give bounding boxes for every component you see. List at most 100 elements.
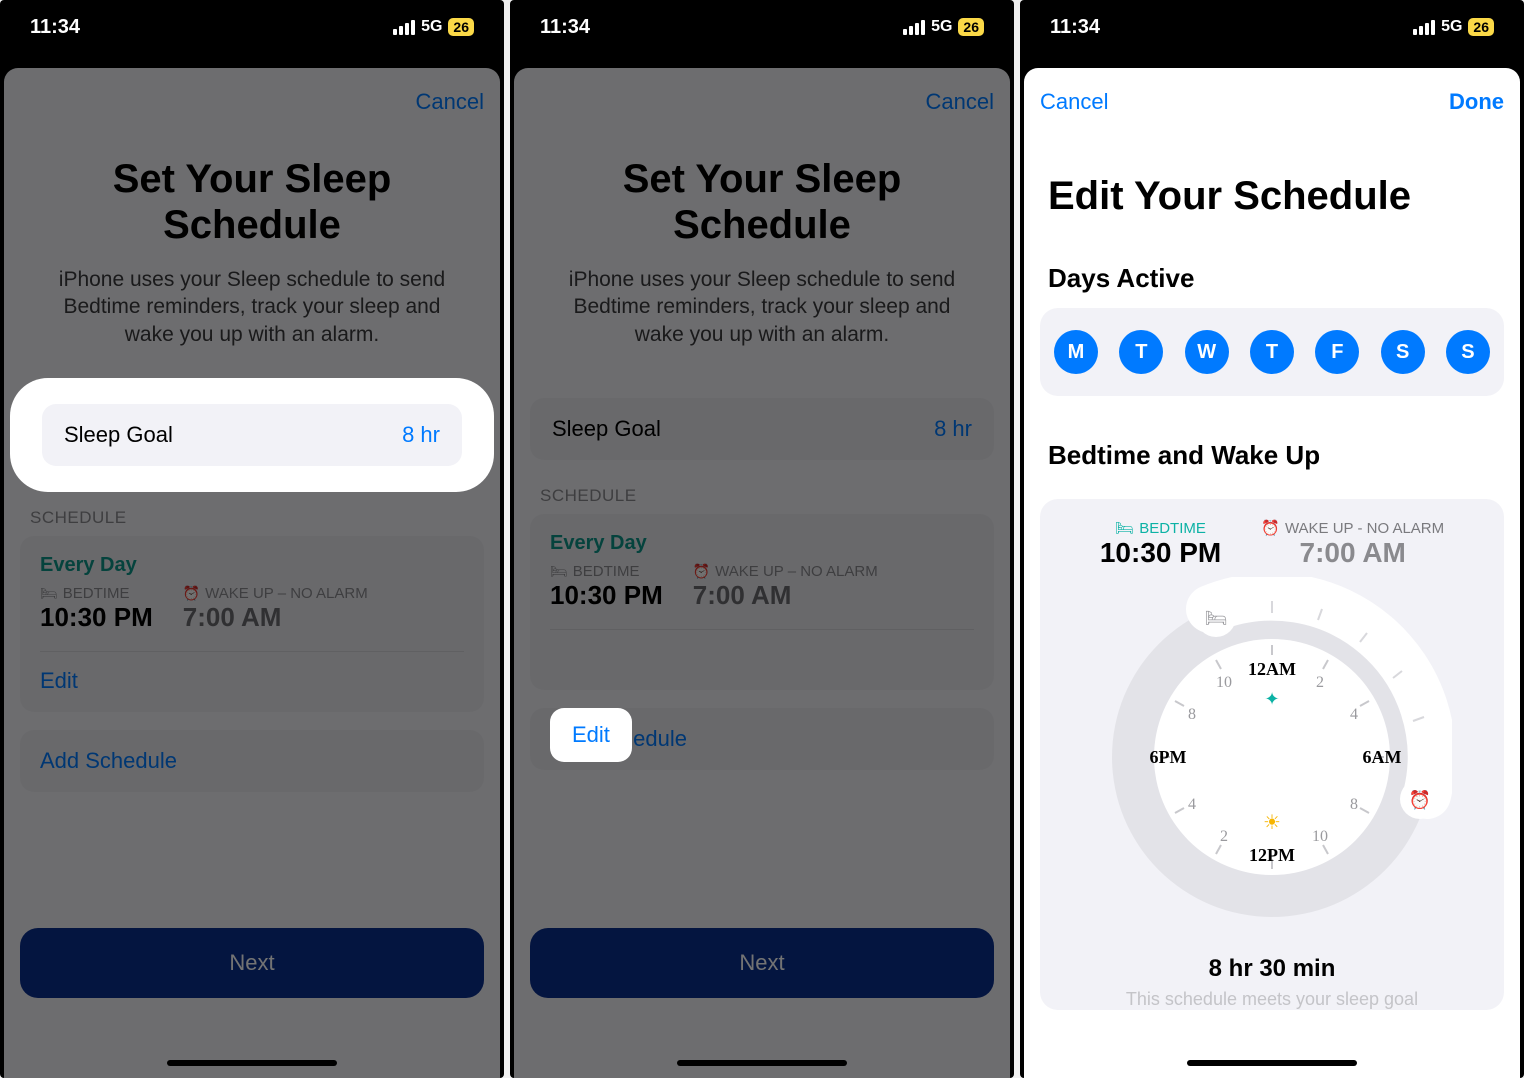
wake-value: 7:00 AM	[183, 602, 368, 633]
cancel-button[interactable]: Cancel	[416, 89, 484, 115]
svg-text:8: 8	[1350, 796, 1358, 813]
status-bar: 11:34 5G 26	[1020, 0, 1524, 54]
bedtime-handle: 🛏	[1196, 597, 1236, 637]
page-subtitle: iPhone uses your Sleep schedule to send …	[530, 266, 994, 348]
phone-screen-1: 11:34 5G 26 Cancel Set Your Sleep Schedu…	[0, 0, 504, 1078]
done-button[interactable]: Done	[1449, 89, 1504, 115]
svg-text:2: 2	[1316, 674, 1324, 691]
bedtime-wake-label: Bedtime and Wake Up	[1048, 440, 1496, 471]
cancel-button[interactable]: Cancel	[1040, 89, 1108, 115]
status-right: 5G 26	[1413, 18, 1494, 36]
page-title: Edit Your Schedule	[1048, 174, 1496, 219]
wake-label: ⏰WAKE UP – NO ALARM	[183, 585, 368, 602]
day-toggle-fri[interactable]: F	[1315, 330, 1359, 374]
day-toggle-mon[interactable]: M	[1054, 330, 1098, 374]
schedule-card: Every Day 🛏BEDTIME 10:30 PM ⏰WAKE UP – N…	[20, 536, 484, 712]
network-label: 5G	[931, 18, 952, 36]
day-toggle-sat[interactable]: S	[1381, 330, 1425, 374]
page-title: Set Your Sleep Schedule	[20, 156, 484, 248]
edit-button[interactable]: Edit	[550, 708, 632, 762]
status-time: 11:34	[1050, 16, 1100, 39]
day-toggle-thu[interactable]: T	[1250, 330, 1294, 374]
svg-text:10: 10	[1312, 828, 1328, 845]
phone-screen-2: 11:34 5G 26 Cancel Set Your Sleep Schedu…	[510, 0, 1014, 1078]
schedule-section-label: SCHEDULE	[540, 486, 984, 506]
sleep-schedule-sheet: Cancel Set Your Sleep Schedule iPhone us…	[4, 68, 500, 1078]
page-title: Set Your Sleep Schedule	[530, 156, 994, 248]
status-bar: 11:34 5G 26	[0, 0, 504, 54]
status-time: 11:34	[540, 16, 590, 39]
signal-icon	[903, 20, 925, 35]
next-button[interactable]: Next	[530, 928, 994, 998]
alarm-icon: ⏰	[183, 585, 200, 602]
svg-text:8: 8	[1188, 706, 1196, 723]
svg-text:☀: ☀	[1263, 812, 1281, 834]
day-toggle-wed[interactable]: W	[1185, 330, 1229, 374]
bed-icon: 🛏	[40, 585, 58, 602]
svg-text:🛏: 🛏	[1205, 608, 1228, 628]
status-time: 11:34	[30, 16, 80, 39]
battery-icon: 26	[1468, 18, 1494, 36]
sleep-goal-row[interactable]: Sleep Goal 8 hr	[530, 398, 994, 460]
network-label: 5G	[421, 18, 442, 36]
alarm-icon: ⏰	[1261, 519, 1280, 537]
svg-text:12PM: 12PM	[1249, 845, 1295, 865]
sleep-duration: 8 hr 30 min	[1054, 955, 1490, 983]
svg-text:6PM: 6PM	[1150, 747, 1187, 767]
sleep-schedule-sheet: Cancel Set Your Sleep Schedule iPhone us…	[514, 68, 1010, 1078]
bedtime-label: 🛏BEDTIME	[550, 563, 663, 580]
status-right: 5G 26	[393, 18, 474, 36]
battery-icon: 26	[448, 18, 474, 36]
svg-text:4: 4	[1350, 706, 1358, 723]
bedtime-value: 10:30 PM	[1100, 537, 1221, 569]
wake-label: ⏰WAKE UP – NO ALARM	[693, 563, 878, 580]
sleep-goal-value: 8 hr	[402, 422, 440, 448]
schedule-card: Every Day 🛏BEDTIME 10:30 PM ⏰WAKE UP – N…	[530, 514, 994, 690]
home-indicator[interactable]	[1187, 1060, 1357, 1066]
home-indicator[interactable]	[167, 1060, 337, 1066]
alarm-icon: ⏰	[693, 563, 710, 580]
day-toggle-tue[interactable]: T	[1119, 330, 1163, 374]
signal-icon	[1413, 20, 1435, 35]
page-subtitle: iPhone uses your Sleep schedule to send …	[20, 266, 484, 348]
sleep-goal-label: Sleep Goal	[64, 422, 173, 448]
wake-value: 7:00 AM	[693, 580, 878, 611]
svg-text:⏰: ⏰	[1409, 789, 1431, 810]
bedtime-label: 🛏BEDTIME	[1100, 519, 1221, 537]
cancel-button[interactable]: Cancel	[926, 89, 994, 115]
bed-icon: 🛏	[1115, 519, 1134, 537]
schedule-days: Every Day	[40, 554, 464, 577]
battery-icon: 26	[958, 18, 984, 36]
wake-handle: ⏰	[1400, 779, 1440, 819]
status-bar: 11:34 5G 26	[510, 0, 1014, 54]
bedtime-label: 🛏BEDTIME	[40, 585, 153, 602]
bedtime-value: 10:30 PM	[40, 602, 153, 633]
schedule-section-label: SCHEDULE	[30, 508, 474, 528]
edit-schedule-sheet: Cancel Done Edit Your Schedule Days Acti…	[1024, 68, 1520, 1078]
bedtime-wake-card: 🛏BEDTIME 10:30 PM ⏰WAKE UP - NO ALARM 7:…	[1040, 499, 1504, 1010]
network-label: 5G	[1441, 18, 1462, 36]
add-schedule-button[interactable]: Add Schedule	[20, 730, 484, 792]
wake-value: 7:00 AM	[1261, 537, 1444, 569]
next-button[interactable]: Next	[20, 928, 484, 998]
svg-text:✦: ✦	[1264, 689, 1279, 709]
svg-text:6AM: 6AM	[1363, 747, 1402, 767]
edit-row: x	[550, 629, 974, 672]
wake-label: ⏰WAKE UP - NO ALARM	[1261, 519, 1444, 537]
svg-text:12AM: 12AM	[1248, 659, 1296, 679]
svg-text:4: 4	[1188, 796, 1196, 813]
home-indicator[interactable]	[677, 1060, 847, 1066]
days-active-row: M T W T F S S	[1040, 308, 1504, 396]
day-toggle-sun[interactable]: S	[1446, 330, 1490, 374]
sleep-goal-row[interactable]: Sleep Goal 8 hr	[42, 404, 462, 466]
schedule-days: Every Day	[550, 532, 974, 555]
svg-text:10: 10	[1216, 674, 1232, 691]
edit-button[interactable]: Edit	[40, 651, 464, 694]
days-active-label: Days Active	[1048, 263, 1496, 294]
bed-icon: 🛏	[550, 563, 568, 580]
phone-screen-3: 11:34 5G 26 Cancel Done Edit Your Schedu…	[1020, 0, 1524, 1078]
sleep-goal-label: Sleep Goal	[552, 416, 661, 442]
sleep-goal-highlight: Sleep Goal 8 hr	[20, 388, 484, 482]
sleep-dial[interactable]: 12AM 6AM 12PM 6PM 2 4 8 10 2 4 8 10	[1054, 577, 1490, 937]
signal-icon	[393, 20, 415, 35]
